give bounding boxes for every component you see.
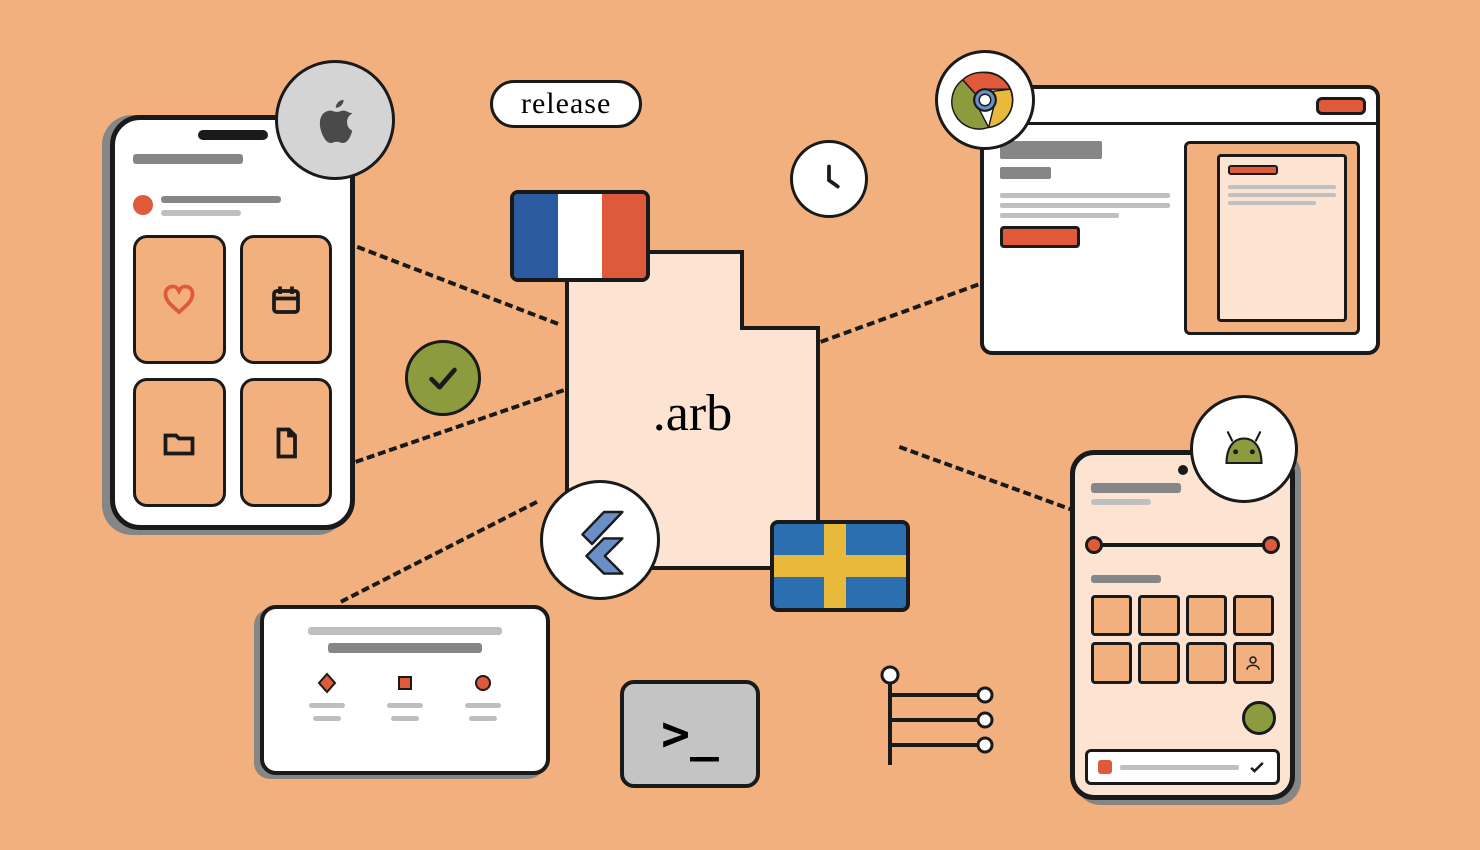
diamond-icon	[315, 671, 339, 695]
notch	[198, 130, 268, 140]
features-card	[260, 605, 550, 775]
tile	[1138, 642, 1179, 683]
avatar	[133, 195, 153, 215]
text-placeholder	[1091, 499, 1151, 505]
file-extension: .arb	[569, 384, 816, 443]
sweden-flag-icon	[770, 520, 910, 612]
camera-dot	[1178, 465, 1188, 475]
android-device	[1070, 450, 1295, 800]
cta-button	[1000, 226, 1080, 248]
check-icon	[1247, 757, 1267, 777]
branches-icon	[870, 655, 1000, 785]
card-file	[240, 378, 333, 507]
card-heart	[133, 235, 226, 364]
feature-item	[387, 671, 423, 721]
terminal-icon: >_	[620, 680, 760, 788]
tile	[1091, 642, 1132, 683]
fab-button	[1242, 701, 1276, 735]
text-placeholder	[308, 627, 502, 635]
preview-panel	[1184, 141, 1360, 335]
clock-icon	[790, 140, 868, 218]
card-calendar	[240, 235, 333, 364]
connector-line	[820, 278, 991, 343]
folder-icon	[161, 425, 197, 461]
feature-item	[465, 671, 501, 721]
circle-icon	[471, 671, 495, 695]
accent-dot	[1098, 760, 1112, 774]
calendar-icon	[268, 282, 304, 318]
release-label: release	[521, 87, 611, 120]
france-flag-icon	[510, 190, 650, 282]
header-button	[1316, 97, 1366, 115]
text-placeholder	[1000, 193, 1170, 198]
check-icon	[405, 340, 481, 416]
text-placeholder	[328, 643, 482, 653]
text-placeholder	[161, 196, 281, 203]
person-icon	[1244, 654, 1262, 672]
apple-icon	[275, 60, 395, 180]
connector-line	[899, 445, 1088, 517]
label-placeholder	[1091, 575, 1161, 583]
terminal-prompt: >_	[661, 706, 719, 762]
text-placeholder	[1000, 141, 1102, 159]
tile	[1138, 595, 1179, 636]
text-placeholder	[1120, 765, 1239, 770]
card-folder	[133, 378, 226, 507]
title-placeholder	[1091, 483, 1181, 493]
text-placeholder	[161, 210, 241, 216]
text-placeholder	[1000, 167, 1051, 179]
heart-icon	[161, 282, 197, 318]
file-icon	[268, 425, 304, 461]
bottom-bar	[1085, 749, 1280, 785]
square-icon	[393, 671, 417, 695]
feature-item	[309, 671, 345, 721]
tile	[1233, 595, 1274, 636]
tile	[1233, 642, 1274, 683]
tile	[1186, 595, 1227, 636]
web-browser	[980, 85, 1380, 355]
tile	[1186, 642, 1227, 683]
text-placeholder	[1000, 203, 1170, 208]
connector-line	[340, 500, 538, 603]
title-placeholder	[133, 154, 243, 164]
android-icon	[1190, 395, 1298, 503]
tile	[1091, 595, 1132, 636]
chrome-icon	[935, 50, 1035, 150]
text-placeholder	[1000, 213, 1119, 218]
release-badge: release	[490, 80, 642, 128]
progress-bar	[1091, 543, 1274, 547]
flutter-icon	[540, 480, 660, 600]
